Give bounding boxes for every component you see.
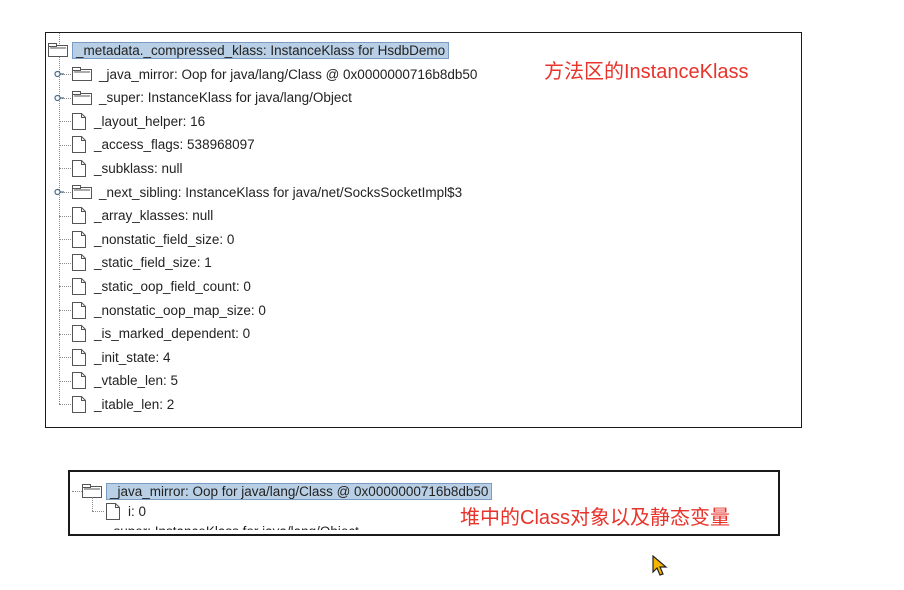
cut-off-label: _super: InstanceKlass for java/lang/Obje…	[106, 524, 359, 536]
tree-node-row[interactable]: _super: InstanceKlass for java/lang/Obje…	[72, 87, 355, 109]
tree-guide-line	[59, 380, 71, 382]
file-icon	[72, 301, 86, 319]
cut-off-row: _super: InstanceKlass for java/lang/Obje…	[106, 524, 359, 536]
tree-node-label[interactable]: _static_oop_field_count: 0	[91, 278, 254, 295]
tree-node-row[interactable]: _subklass: null	[72, 157, 186, 179]
file-icon	[72, 230, 86, 248]
tree-guide-line	[59, 333, 71, 335]
file-icon	[72, 277, 86, 295]
tree-guide-line	[59, 215, 71, 217]
tree-node-row[interactable]: _static_field_size: 1	[72, 252, 215, 274]
tree-root-label[interactable]: _metadata._compressed_klass: InstanceKla…	[72, 41, 450, 59]
tree-node-row[interactable]: _itable_len: 2	[72, 393, 177, 415]
tree-node-label[interactable]: _static_field_size: 1	[91, 254, 215, 271]
mouse-cursor-icon	[652, 555, 668, 576]
file-icon	[72, 395, 86, 413]
file-icon	[72, 207, 86, 225]
tree-node-label[interactable]: _java_mirror: Oop for java/lang/Class @ …	[96, 66, 480, 83]
tree-guide-line	[59, 121, 71, 123]
tree-node-row[interactable]: _vtable_len: 5	[72, 370, 181, 392]
folder-icon	[72, 90, 92, 105]
tree-node-row[interactable]: _nonstatic_field_size: 0	[72, 228, 237, 250]
tree-guide-line	[72, 491, 82, 492]
tree-guide-line	[59, 57, 60, 405]
tree-node-label[interactable]: _access_flags: 538968097	[91, 136, 258, 153]
tree-guide-line	[59, 144, 71, 146]
tree-node-label[interactable]: _nonstatic_field_size: 0	[91, 231, 237, 248]
tree-node-label[interactable]: _nonstatic_oop_map_size: 0	[91, 302, 269, 319]
tree-node-row[interactable]: _access_flags: 538968097	[72, 134, 258, 156]
expand-toggle-icon[interactable]	[54, 69, 64, 79]
tree-node-row[interactable]: _next_sibling: InstanceKlass for java/ne…	[72, 181, 465, 203]
tree-node-label[interactable]: _vtable_len: 5	[91, 372, 181, 389]
folder-icon	[72, 67, 92, 81]
file-icon	[72, 325, 86, 343]
tree-node-label[interactable]: _super: InstanceKlass for java/lang/Obje…	[96, 89, 355, 106]
file-icon	[72, 372, 86, 390]
tree-node-label[interactable]: _itable_len: 2	[91, 396, 177, 413]
folder-icon	[72, 185, 92, 199]
tree-guide-line	[59, 239, 71, 241]
tree-node-row[interactable]: _nonstatic_oop_map_size: 0	[72, 299, 269, 321]
file-icon	[72, 254, 86, 272]
tree-guide-line	[59, 310, 71, 311]
tree-node-row[interactable]: _is_marked_dependent: 0	[72, 323, 253, 345]
folder-icon	[82, 484, 102, 498]
tree-guide-line	[92, 511, 104, 512]
tree-node-row[interactable]: _layout_helper: 16	[72, 110, 208, 132]
file-icon	[72, 159, 86, 177]
tree-node-label[interactable]: _layout_helper: 16	[91, 113, 208, 130]
annotation-method-area: 方法区的InstanceKlass	[544, 61, 749, 83]
mirror-child-label[interactable]: i: 0	[125, 503, 149, 520]
expand-toggle-icon[interactable]	[54, 93, 64, 103]
file-icon	[72, 112, 86, 130]
file-icon	[72, 136, 86, 154]
folder-icon	[48, 43, 68, 57]
tree-node-row[interactable]: _static_oop_field_count: 0	[72, 275, 254, 297]
mirror-root-label[interactable]: _java_mirror: Oop for java/lang/Class @ …	[106, 482, 493, 500]
tree-node-label[interactable]: _subklass: null	[91, 160, 186, 177]
tree-node-row[interactable]: _java_mirror: Oop for java/lang/Class @ …	[72, 63, 480, 85]
annotation-heap-class: 堆中的Class对象以及静态变量	[460, 507, 731, 529]
tree-guide-line	[92, 497, 93, 511]
tree-guide-line	[59, 404, 71, 406]
tree-node-label[interactable]: _init_state: 4	[91, 349, 174, 366]
mirror-child-row[interactable]: i: 0	[106, 500, 149, 522]
tree-node-row[interactable]: _init_state: 4	[72, 346, 174, 368]
inspector-tree-panel: _metadata._compressed_klass: InstanceKla…	[45, 32, 802, 428]
tree-node-label[interactable]: _array_klasses: null	[91, 207, 216, 224]
tree-guide-line	[59, 168, 71, 170]
tree-node-label[interactable]: _next_sibling: InstanceKlass for java/ne…	[96, 184, 465, 201]
expand-toggle-icon[interactable]	[54, 187, 64, 197]
tree-root-row[interactable]: _metadata._compressed_klass: InstanceKla…	[48, 39, 450, 61]
file-icon	[106, 502, 120, 520]
mirror-tree-panel: _java_mirror: Oop for java/lang/Class @ …	[68, 470, 780, 536]
tree-guide-line	[59, 357, 71, 359]
file-icon	[72, 348, 86, 366]
mirror-root-row[interactable]: _java_mirror: Oop for java/lang/Class @ …	[82, 480, 493, 502]
tree-guide-line	[59, 262, 71, 264]
tree-guide-line	[59, 286, 71, 288]
tree-node-label[interactable]: _is_marked_dependent: 0	[91, 325, 253, 342]
tree-node-row[interactable]: _array_klasses: null	[72, 205, 216, 227]
